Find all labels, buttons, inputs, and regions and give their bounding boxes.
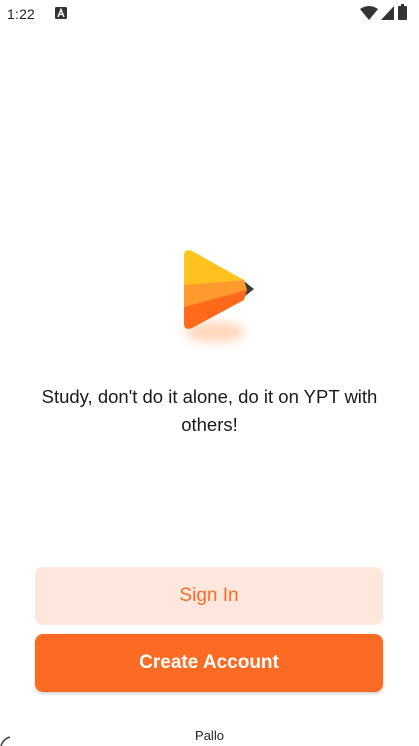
welcome-screen: 1:22 Study, don't do it alone, do it on … <box>0 0 419 746</box>
footer-label: Pallo <box>195 728 224 743</box>
status-time: 1:22 <box>7 6 36 22</box>
wifi-icon <box>360 6 378 20</box>
sign-in-button[interactable]: Sign In <box>35 567 383 625</box>
corner-arc-icon <box>0 736 11 746</box>
cellular-signal-icon <box>381 6 394 20</box>
battery-icon <box>398 4 407 20</box>
text-notification-icon <box>55 7 67 19</box>
play-logo-icon <box>183 250 254 342</box>
create-account-button[interactable]: Create Account <box>35 634 383 692</box>
status-bar: 1:22 <box>0 0 419 30</box>
tagline: Study, don't do it alone, do it on YPT w… <box>41 386 378 435</box>
